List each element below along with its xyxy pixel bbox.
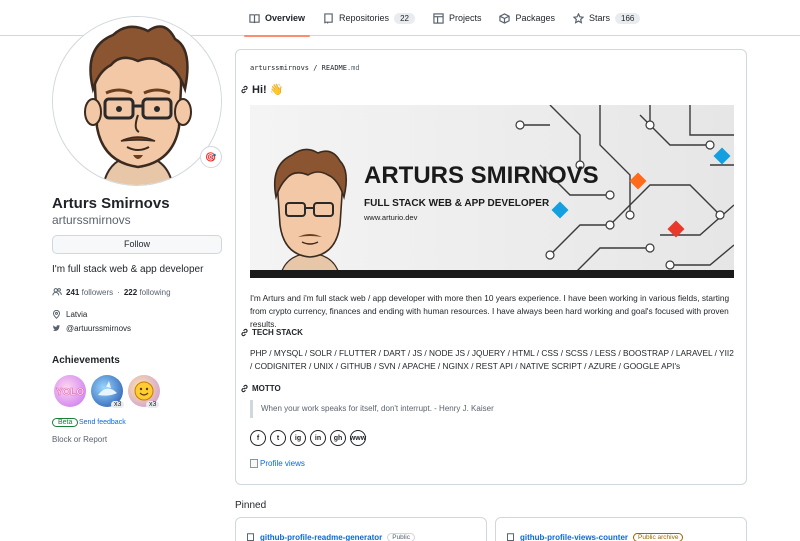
tab-projects[interactable]: Projects <box>424 0 491 36</box>
twitter-item[interactable]: @artuurssmirnovs <box>52 324 131 333</box>
heading-text: MOTTO <box>252 384 281 393</box>
beta-badge: Beta <box>52 418 79 427</box>
tab-packages[interactable]: Packages <box>490 0 564 36</box>
banner-title: ARTURS SMIRNOVS <box>364 162 599 189</box>
send-feedback-link[interactable]: Send feedback <box>79 419 126 426</box>
tab-label: Stars <box>589 13 611 23</box>
repo-icon <box>247 532 254 541</box>
following-count: 222 <box>123 287 138 297</box>
svg-text:YOLO: YOLO <box>56 387 85 398</box>
tab-overview[interactable]: Overview <box>240 0 314 37</box>
followers-count: 241 <box>66 287 80 297</box>
profile-views-alt: Profile views <box>260 459 305 468</box>
profile-readme: arturssmirnovs / README.md Hi! 👋 ARTURS … <box>235 49 747 485</box>
readme-extension: .md <box>346 64 360 72</box>
readme-owner-link[interactable]: arturssmirnovs <box>250 64 309 72</box>
block-report-link[interactable]: Block or Report <box>52 435 107 444</box>
globe-icon[interactable]: www <box>350 430 366 446</box>
profile-login: arturssmirnovs <box>52 213 131 227</box>
readme-path: arturssmirnovs / README.md <box>250 64 360 72</box>
motto-quote: When your work speaks for itself, don't … <box>250 400 494 418</box>
facebook-icon[interactable]: f <box>250 430 266 446</box>
location-icon <box>53 310 60 319</box>
tab-label: Repositories <box>339 13 390 23</box>
anchor-link-icon[interactable] <box>240 328 249 337</box>
book-icon <box>249 13 260 23</box>
followers-link[interactable]: 241 followers <box>66 288 113 297</box>
achievement-count: x3 <box>146 401 160 408</box>
motto-heading: MOTTO <box>240 384 281 393</box>
achievement-count: x3 <box>111 401 125 408</box>
visibility-badge: Public <box>387 532 415 541</box>
followers-label: followers <box>81 287 114 297</box>
tab-label: Overview <box>265 13 306 23</box>
target-icon: 🎯 <box>205 151 217 162</box>
repo-name-link[interactable]: github-profile-views-counter <box>520 533 628 541</box>
repo-icon <box>324 12 333 24</box>
banner-image: ARTURS SMIRNOVS FULL STACK WEB & APP DEV… <box>250 105 734 278</box>
readme-banner: ARTURS SMIRNOVS FULL STACK WEB & APP DEV… <box>250 105 734 278</box>
instagram-icon[interactable]: ig <box>290 430 306 446</box>
profile-name: Arturs Smirnovs <box>52 195 170 212</box>
twitter-icon[interactable]: t <box>270 430 286 446</box>
heading-text: TECH STACK <box>252 328 303 337</box>
social-links: f t ig in gh www <box>250 430 366 446</box>
status-button[interactable]: 🎯 <box>200 146 222 168</box>
separator: · <box>117 287 120 297</box>
profile-views-image[interactable]: Profile views <box>250 459 305 468</box>
people-icon <box>52 288 62 296</box>
banner-url: www.arturio.dev <box>363 213 418 222</box>
tab-repositories[interactable]: Repositories 22 <box>314 0 424 36</box>
tab-stars[interactable]: Stars 166 <box>564 0 649 36</box>
follow-stats: 241 followers · 222 following <box>52 287 171 297</box>
tech-stack-list: PHP / MYSQL / SOLR / FLUTTER / DART / JS… <box>250 348 734 371</box>
achievement-badge-yolo[interactable]: YOLO <box>54 375 86 407</box>
anchor-link-icon[interactable] <box>240 384 249 393</box>
tab-label: Projects <box>448 13 482 23</box>
repo-count-badge: 22 <box>394 12 415 24</box>
twitter-handle: @artuurssmirnovs <box>66 324 132 333</box>
profile-bio: I'm full stack web & app developer <box>52 264 204 275</box>
anchor-link-icon[interactable] <box>240 85 249 94</box>
follow-button[interactable]: Follow <box>52 235 222 254</box>
tab-label: Packages <box>515 13 556 23</box>
twitter-icon <box>52 325 61 332</box>
star-icon <box>573 12 585 24</box>
avatar-illustration <box>53 17 221 185</box>
avatar[interactable] <box>52 16 222 186</box>
following-link[interactable]: 222 following <box>124 288 171 297</box>
profile-tabs: Overview Repositories 22 Projects Packag… <box>240 0 649 37</box>
linkedin-icon[interactable]: in <box>310 430 326 446</box>
package-icon <box>499 12 511 24</box>
achievements-title: Achievements <box>52 355 120 366</box>
pinned-title: Pinned <box>235 500 267 511</box>
readme-greeting: Hi! 👋 <box>240 83 283 96</box>
broken-image-icon <box>250 459 258 468</box>
tech-stack-heading: TECH STACK <box>240 328 303 337</box>
readme-filename[interactable]: README <box>322 64 347 72</box>
pinned-repo-card[interactable]: github-profile-readme-generator Public <box>235 517 487 541</box>
location-item: Latvia <box>52 310 87 319</box>
repo-icon <box>507 532 514 541</box>
following-label: following <box>139 287 171 297</box>
readme-intro: I'm Arturs and i'm full stack web / app … <box>250 293 730 329</box>
location-text: Latvia <box>66 310 88 319</box>
github-icon[interactable]: gh <box>330 430 346 446</box>
table-icon <box>433 12 444 24</box>
repo-name-link[interactable]: github-profile-readme-generator <box>260 533 382 541</box>
greeting-text: Hi! 👋 <box>252 84 284 96</box>
banner-subtitle: FULL STACK WEB & APP DEVELOPER <box>364 198 550 209</box>
path-separator: / <box>313 64 318 72</box>
yolo-icon: YOLO <box>56 387 85 399</box>
stars-count-badge: 166 <box>615 12 641 24</box>
visibility-badge: Public archive <box>633 532 684 541</box>
pinned-repo-card[interactable]: github-profile-views-counter Public arch… <box>495 517 747 541</box>
